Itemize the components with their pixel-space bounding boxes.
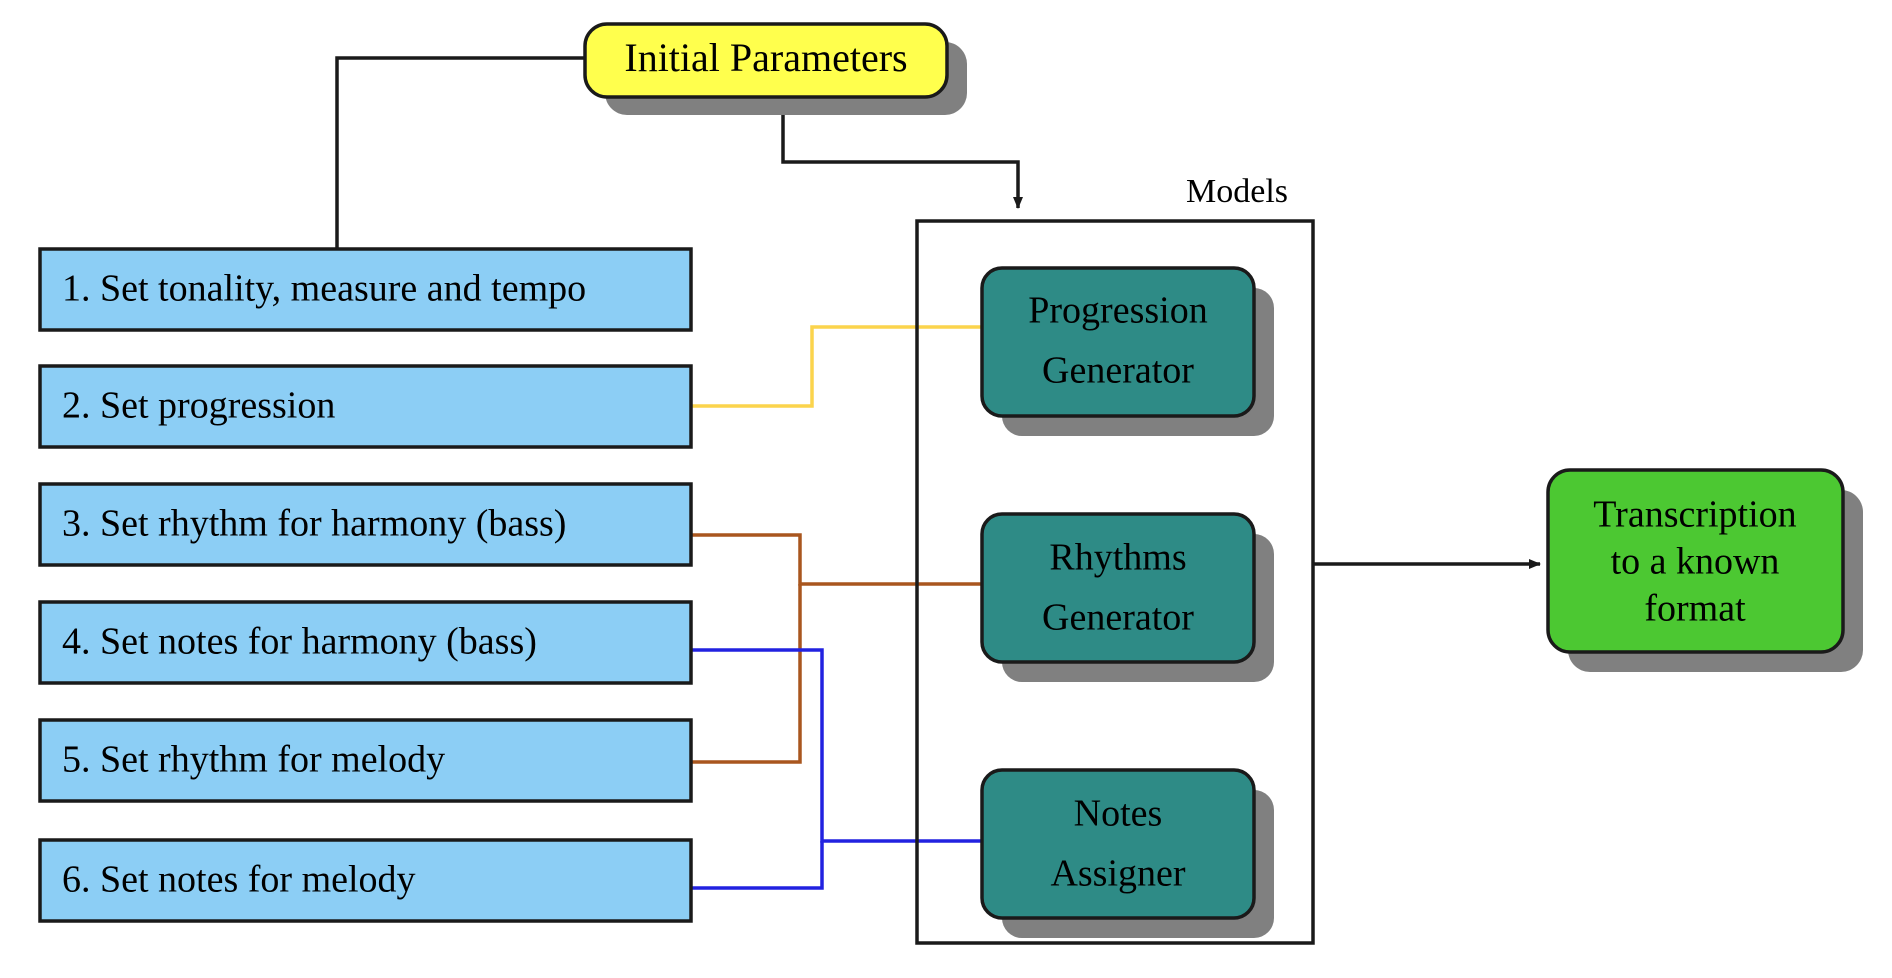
step-box-3[interactable]: 3. Set rhythm for harmony (bass) xyxy=(38,482,693,567)
step-box-6-label: 6. Set notes for melody xyxy=(62,859,416,901)
step-box-5[interactable]: 5. Set rhythm for melody xyxy=(38,718,693,803)
progression-generator-node[interactable]: Progression Generator xyxy=(980,266,1274,436)
initial-parameters-node[interactable]: Initial Parameters xyxy=(583,22,967,115)
step-box-3-label: 3. Set rhythm for harmony (bass) xyxy=(62,503,566,545)
notes-assigner-label-line1: Notes xyxy=(1074,793,1163,835)
rhythms-generator-node[interactable]: Rhythms Generator xyxy=(980,512,1274,682)
step-box-4[interactable]: 4. Set notes for harmony (bass) xyxy=(38,600,693,685)
edge-step6-to-notes xyxy=(691,841,824,890)
edge-step4-to-notes xyxy=(691,648,982,843)
step-box-2[interactable]: 2. Set progression xyxy=(38,364,693,449)
rhythms-generator-label-line2: Generator xyxy=(1042,597,1194,639)
notes-assigner-label-line2: Assigner xyxy=(1050,853,1185,895)
step-box-1[interactable]: 1. Set tonality, measure and tempo xyxy=(38,247,693,332)
transcription-output-label-line3: format xyxy=(1644,588,1746,630)
transcription-output-label-line2: to a known xyxy=(1611,541,1780,583)
diagram-root: Models 1. Set tonality, measure and temp… xyxy=(0,0,1892,978)
models-container-title: Models xyxy=(1186,173,1288,210)
flowchart-canvas: Models 1. Set tonality, measure and temp… xyxy=(38,22,1863,945)
edge-step5-to-rhythms xyxy=(691,584,802,764)
step-box-4-label: 4. Set notes for harmony (bass) xyxy=(62,621,537,663)
initial-parameters-label: Initial Parameters xyxy=(624,35,907,80)
rhythms-generator-label-line1: Rhythms xyxy=(1049,537,1186,579)
progression-generator-label-line1: Progression xyxy=(1028,290,1207,332)
step-box-6[interactable]: 6. Set notes for melody xyxy=(38,838,693,923)
edge-step2-to-progression xyxy=(691,325,982,408)
step-box-5-label: 5. Set rhythm for melody xyxy=(62,739,445,781)
transcription-output-label-line1: Transcription xyxy=(1593,494,1796,536)
step-box-1-label: 1. Set tonality, measure and tempo xyxy=(62,268,586,310)
step-box-2-label: 2. Set progression xyxy=(62,385,335,427)
notes-assigner-node[interactable]: Notes Assigner xyxy=(980,768,1274,938)
progression-generator-label-line2: Generator xyxy=(1042,350,1194,392)
edge-step3-to-rhythms xyxy=(691,533,982,586)
edge-params-to-step1 xyxy=(335,56,585,249)
transcription-output-node[interactable]: Transcription to a known format xyxy=(1546,468,1863,672)
